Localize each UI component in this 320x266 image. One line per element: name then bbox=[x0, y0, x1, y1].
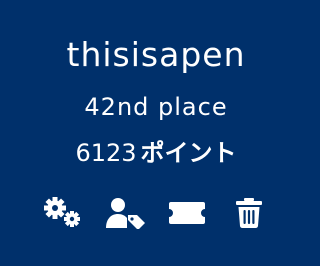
ticket-button[interactable] bbox=[165, 196, 209, 230]
user-tag-button[interactable] bbox=[103, 196, 147, 230]
trash-icon bbox=[236, 198, 262, 229]
points-value: 6123 bbox=[75, 139, 137, 167]
profile-card: thisisapen 42nd place 6123 ポイント bbox=[0, 0, 312, 266]
user-tag-icon bbox=[106, 198, 145, 229]
action-bar bbox=[0, 196, 312, 230]
points-text: 6123 ポイント bbox=[0, 137, 312, 169]
settings-button[interactable] bbox=[41, 196, 85, 230]
points-unit: ポイント bbox=[140, 139, 237, 167]
delete-button[interactable] bbox=[227, 196, 271, 230]
rank-text: 42nd place bbox=[84, 93, 228, 121]
username: thisisapen bbox=[66, 35, 246, 74]
ticket-icon bbox=[169, 202, 205, 224]
gears-icon bbox=[44, 197, 80, 227]
